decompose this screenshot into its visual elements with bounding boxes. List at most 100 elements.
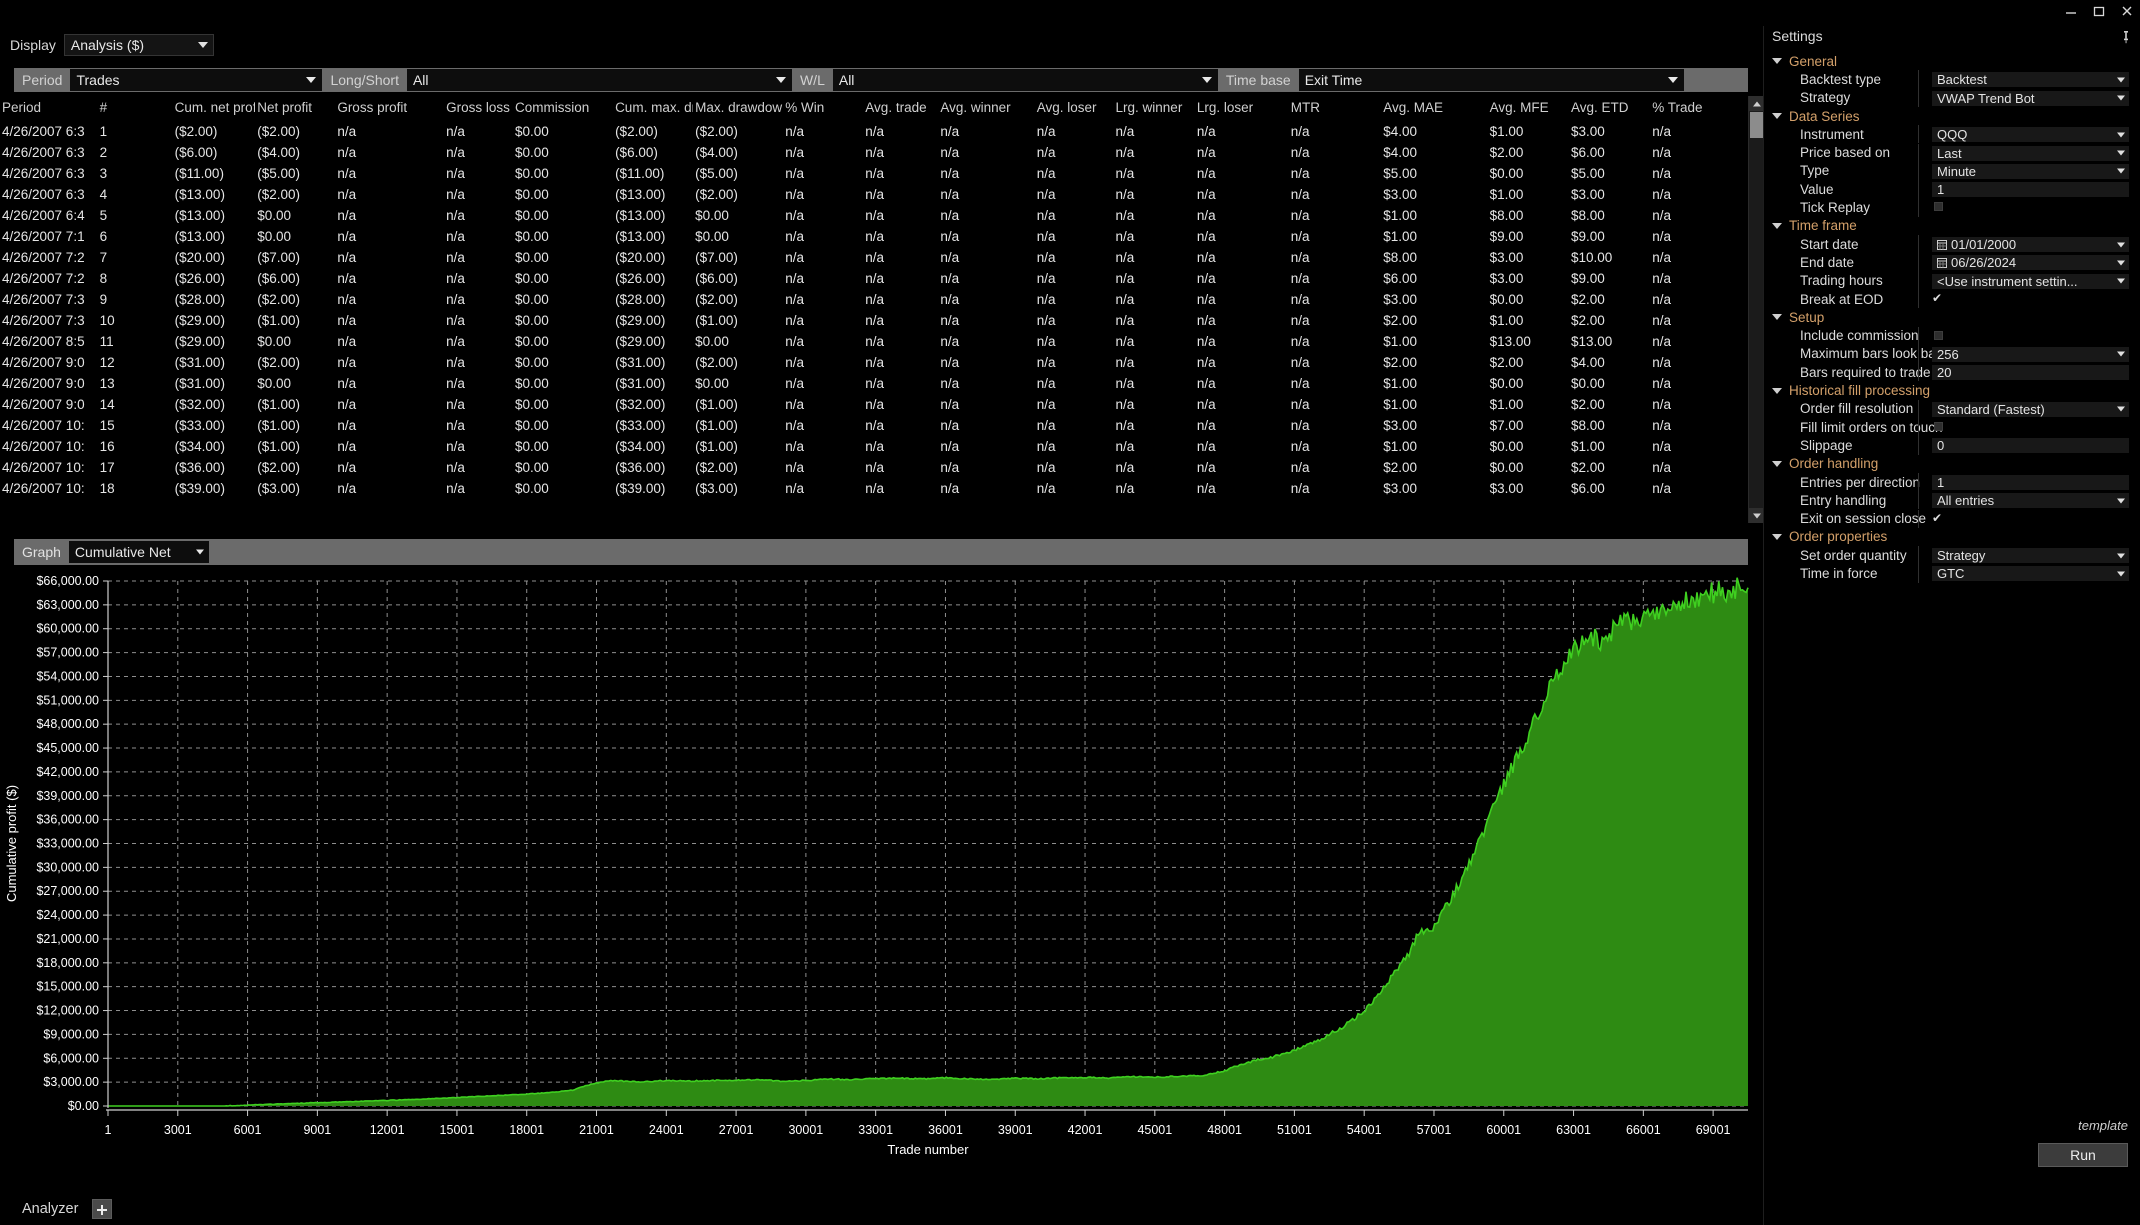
settings-select[interactable]: <Use instrument settin... <box>1932 273 2129 289</box>
graph-type-select[interactable]: Cumulative Net Profit <box>68 541 209 582</box>
checkmark-icon[interactable]: ✔ <box>1932 291 1942 305</box>
scrollbar-thumb[interactable] <box>1750 112 1763 138</box>
table-cell: $2.00 <box>1489 145 1524 160</box>
settings-group-order-handling[interactable]: Order handling <box>1764 455 2140 473</box>
settings-select[interactable]: Standard (Fastest) <box>1932 401 2129 417</box>
settings-select[interactable]: QQQ <box>1932 127 2129 143</box>
table-row[interactable]: 4/26/2007 10: 18 ($39.00) ($3.00) n/a n/a $0.0… <box>0 478 1748 499</box>
table-row[interactable]: 4/26/2007 6:3 3 ($11.00) ($5.00) n/a n/a $0.00… <box>0 163 1748 184</box>
table-row[interactable]: 4/26/2007 7:3 10 ($29.00) ($1.00) n/a n/a $0.0… <box>0 310 1748 331</box>
column-header[interactable]: Gross profit <box>335 96 444 121</box>
table-cell: $3.00 <box>1489 481 1524 496</box>
table-cell: n/a <box>785 187 804 202</box>
cumulative-net-profit-chart[interactable]: $66,000.00 $63,000.00 $60,000.00 $57,000.00… <box>0 569 1752 1206</box>
table-row[interactable]: 4/26/2007 6:3 2 ($6.00) ($4.00) n/a n/a $0.00 (… <box>0 142 1748 163</box>
wl-filter-select[interactable]: All <box>832 69 1218 91</box>
settings-select[interactable]: All entries <box>1932 493 2129 509</box>
table-row[interactable]: 4/26/2007 8:5 11 ($29.00) $0.00 n/a n/a $0.00 (… <box>0 331 1748 352</box>
table-cell: $3.00 <box>1383 292 1418 307</box>
table-row[interactable]: 4/26/2007 10: 15 ($33.00) ($1.00) n/a n/a $0.0… <box>0 415 1748 436</box>
settings-group-setup[interactable]: Setup <box>1764 308 2140 326</box>
settings-input[interactable]: 1 <box>1932 474 2129 490</box>
settings-select[interactable]: Backtest <box>1932 72 2129 88</box>
column-header[interactable]: Cum. net prof <box>173 96 256 121</box>
table-row[interactable]: 4/26/2007 9:0 14 ($32.00) ($1.00) n/a n/a $0.0… <box>0 394 1748 415</box>
checkbox[interactable] <box>1934 202 1943 212</box>
column-header[interactable]: Avg. MFE <box>1488 96 1569 121</box>
column-header[interactable]: Period <box>0 96 98 121</box>
column-header[interactable]: Net profit <box>255 96 335 121</box>
table-cell: n/a <box>446 187 465 202</box>
settings-select[interactable]: VWAP Trend Bot <box>1932 90 2129 106</box>
table-scrollbar[interactable] <box>1748 96 1764 523</box>
settings-row-time-in-force: Time in force GTC <box>1764 564 2140 583</box>
settings-row-bars-required-to-trade: Bars required to trade 20 <box>1764 363 2140 382</box>
table-row[interactable]: 4/26/2007 6:3 4 ($13.00) ($2.00) n/a n/a $0.00… <box>0 184 1748 205</box>
checkbox[interactable] <box>1934 330 1943 340</box>
column-header[interactable]: Gross loss <box>444 96 513 121</box>
settings-input[interactable]: 1 <box>1932 182 2129 198</box>
column-header[interactable]: MTR <box>1289 96 1382 121</box>
column-header[interactable]: Avg. MAE <box>1381 96 1487 121</box>
column-header[interactable]: Avg. loser <box>1035 96 1114 121</box>
table-row[interactable]: 4/26/2007 6:4 5 ($13.00) $0.00 n/a n/a $0.00 ($… <box>0 205 1748 226</box>
add-tab-button[interactable] <box>92 1199 113 1219</box>
column-header[interactable]: Lrg. winner <box>1114 96 1195 121</box>
settings-row-label: Trading hours <box>1800 273 1883 289</box>
trades-table-container[interactable]: Period # Cum. net prof Net profit Gross prof… <box>0 96 1748 523</box>
settings-input[interactable]: 20 <box>1932 365 2129 381</box>
scroll-down-button[interactable] <box>1749 508 1764 523</box>
pin-icon[interactable] <box>2121 30 2131 49</box>
settings-select[interactable]: 256 <box>1932 346 2129 362</box>
tab-analyzer[interactable]: Analyzer <box>22 1201 78 1217</box>
table-row[interactable]: 4/26/2007 6:3 1 ($2.00) ($2.00) n/a n/a $0.00 (… <box>0 121 1748 142</box>
minimize-icon[interactable] <box>2064 4 2078 18</box>
table-cell: n/a <box>337 124 357 139</box>
close-icon[interactable] <box>2120 4 2134 18</box>
column-header[interactable]: Avg. trade <box>863 96 938 121</box>
settings-select[interactable]: GTC <box>1932 566 2129 582</box>
display-select[interactable]: Analysis ($) <box>63 34 214 56</box>
settings-select[interactable]: Strategy <box>1932 548 2129 564</box>
settings-select[interactable]: 01/01/2000 <box>1932 237 2129 252</box>
settings-divider <box>1918 546 1919 565</box>
scroll-up-button[interactable] <box>1749 96 1764 111</box>
table-row[interactable]: 4/26/2007 9:0 13 ($31.00) $0.00 n/a n/a $0.00 (… <box>0 373 1748 394</box>
settings-input[interactable]: 0 <box>1932 438 2129 454</box>
table-row[interactable]: 4/26/2007 7:1 6 ($13.00) $0.00 n/a n/a $0.00 ($… <box>0 226 1748 247</box>
table-row[interactable]: 4/26/2007 7:2 8 ($26.00) ($6.00) n/a n/a $0.00… <box>0 268 1748 289</box>
column-header[interactable]: Cum. max. dr <box>613 96 693 121</box>
table-row[interactable]: 4/26/2007 10: 16 ($34.00) ($1.00) n/a n/a $0.0… <box>0 436 1748 457</box>
settings-group-historical-fill-processing[interactable]: Historical fill processing <box>1764 381 2140 399</box>
settings-group-label: Data Series <box>1789 108 1860 124</box>
settings-group-order-properties[interactable]: Order properties <box>1764 528 2140 546</box>
column-header[interactable]: % Win <box>783 96 863 121</box>
settings-group-time-frame[interactable]: Time frame <box>1764 217 2140 235</box>
maximize-icon[interactable] <box>2092 4 2106 18</box>
period-filter-select[interactable]: Trades <box>70 69 323 91</box>
column-header[interactable]: Lrg. loser <box>1195 96 1289 121</box>
column-header[interactable]: Max. drawdow <box>693 96 783 121</box>
column-header[interactable]: Commission <box>513 96 613 121</box>
column-header[interactable]: % Trade <box>1650 96 1748 121</box>
table-row[interactable]: 4/26/2007 7:2 7 ($20.00) ($7.00) n/a n/a $0.00… <box>0 247 1748 268</box>
table-row[interactable]: 4/26/2007 10: 17 ($36.00) ($2.00) n/a n/a $0.0… <box>0 457 1748 478</box>
settings-group-general[interactable]: General <box>1764 52 2140 70</box>
settings-group-data-series[interactable]: Data Series <box>1764 107 2140 125</box>
settings-select[interactable]: Minute <box>1932 163 2129 179</box>
run-button[interactable]: Run <box>2038 1143 2128 1167</box>
timebase-filter-select[interactable]: Exit Time <box>1298 69 1684 91</box>
table-cell: n/a <box>865 313 885 328</box>
longshort-filter-select[interactable]: All <box>406 69 792 91</box>
column-header[interactable]: Avg. winner <box>938 96 1034 121</box>
template-label[interactable]: template <box>2078 1118 2128 1133</box>
table-row[interactable]: 4/26/2007 7:3 9 ($28.00) ($2.00) n/a n/a $0.00… <box>0 289 1748 310</box>
settings-select[interactable]: 06/26/2024 <box>1932 255 2129 271</box>
column-header[interactable]: # <box>98 96 173 121</box>
settings-select[interactable]: Last <box>1932 145 2129 161</box>
checkmark-icon[interactable]: ✔ <box>1932 511 1942 525</box>
column-header[interactable]: Avg. ETD <box>1569 96 1650 121</box>
table-cell: n/a <box>865 460 885 475</box>
table-row[interactable]: 4/26/2007 9:0 12 ($31.00) ($2.00) n/a n/a $0.0… <box>0 352 1748 373</box>
checkbox[interactable] <box>1934 422 1943 431</box>
